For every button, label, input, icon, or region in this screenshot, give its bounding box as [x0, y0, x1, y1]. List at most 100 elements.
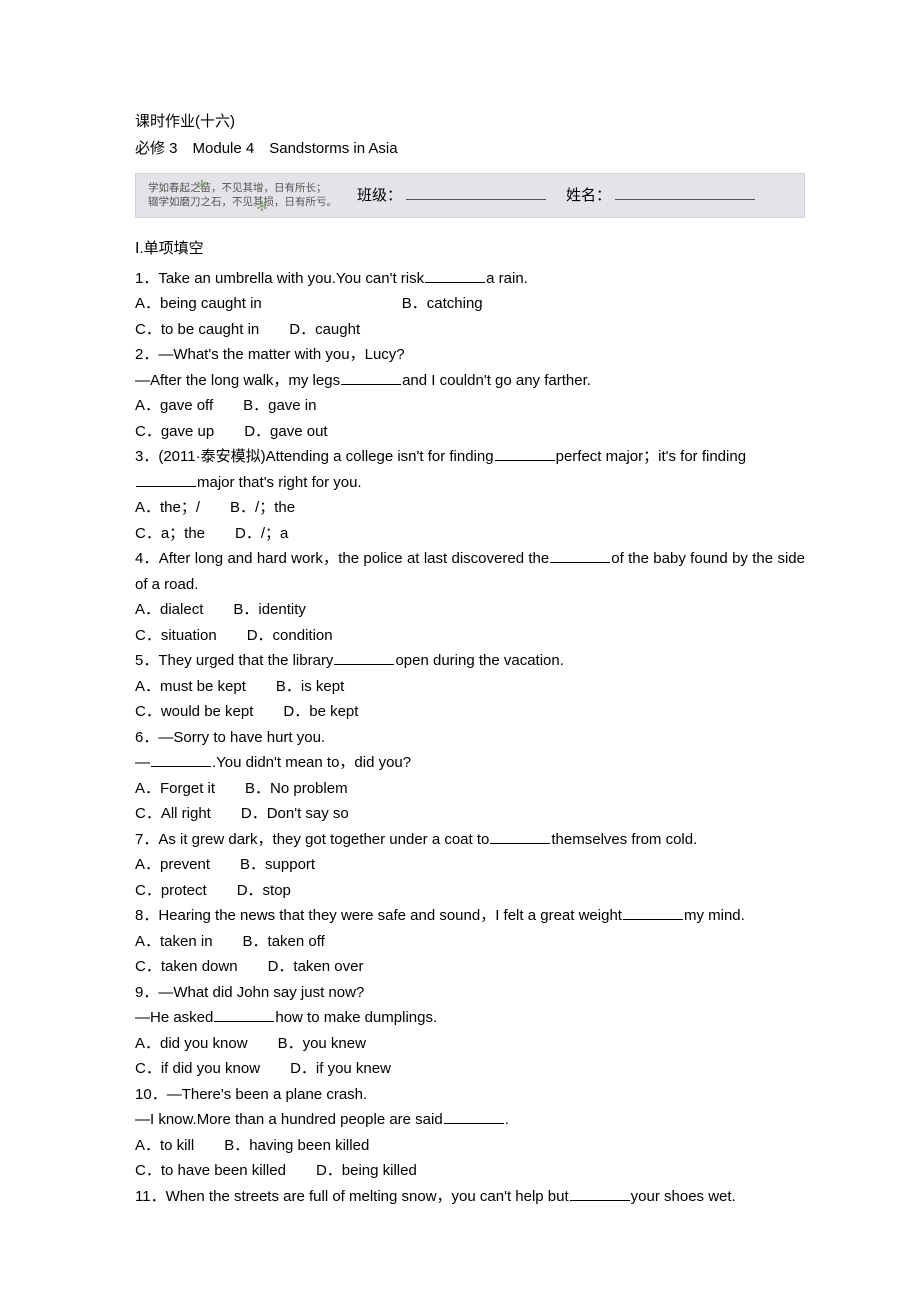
fill-blank[interactable]: [550, 550, 610, 563]
option-c[interactable]: C．if did you know: [135, 1056, 260, 1082]
option-c[interactable]: C．taken down: [135, 954, 238, 980]
option-d[interactable]: D．be kept: [283, 699, 358, 725]
option-row: C．situation D．condition: [135, 623, 805, 649]
class-input-line[interactable]: [406, 185, 546, 200]
question-stem: 2．—What's the matter with you，Lucy?: [135, 342, 805, 368]
stem-text: ．As it grew dark，they got together under…: [143, 831, 489, 848]
fill-blank[interactable]: [136, 474, 196, 487]
stem-text: open during the vacation.: [395, 652, 563, 669]
option-row: C．to be caught in D．caught: [135, 317, 805, 343]
fill-blank[interactable]: [425, 270, 485, 283]
option-c[interactable]: C．protect: [135, 878, 207, 904]
question-stem: 5．They urged that the libraryopen during…: [135, 648, 805, 674]
fill-blank[interactable]: [444, 1111, 504, 1124]
fill-blank[interactable]: [495, 448, 555, 461]
question-10: 10．—There's been a plane crash. —I know.M…: [135, 1082, 805, 1184]
stem-text: —He asked: [135, 1009, 213, 1026]
stem-text: ．—What did John say just now?: [143, 984, 364, 1001]
option-row: A．prevent B．support: [135, 852, 805, 878]
option-d[interactable]: D．condition: [247, 623, 333, 649]
stem-text: —: [135, 754, 150, 771]
stem-text: ．—What's the matter with you，Lucy?: [143, 346, 404, 363]
option-d[interactable]: D．caught: [289, 317, 360, 343]
option-row: C．a；the D．/；a: [135, 521, 805, 547]
stem-text: perfect major；it's for finding: [556, 448, 746, 465]
option-c[interactable]: C．All right: [135, 801, 211, 827]
question-stem: 9．—What did John say just now?: [135, 980, 805, 1006]
question-stem: 10．—There's been a plane crash.: [135, 1082, 805, 1108]
motto-line-2: 辍学如磨刀之石，不见其损，日有所亏。: [148, 196, 337, 210]
stem-text: your shoes wet.: [631, 1188, 736, 1205]
banner-motto: 学如春起之苗，不见其增，日有所长； 辍学如磨刀之石，不见其损，日有所亏。: [148, 182, 357, 209]
option-a[interactable]: A．gave off: [135, 393, 213, 419]
fill-blank[interactable]: [623, 907, 683, 920]
option-a[interactable]: A．being caught in: [135, 291, 262, 317]
class-field: 班级：: [357, 185, 546, 206]
option-b[interactable]: B．you knew: [278, 1031, 366, 1057]
option-a[interactable]: A．the；/: [135, 495, 200, 521]
stem-text: —I know.More than a hundred people are s…: [135, 1111, 443, 1128]
option-b[interactable]: B．/；the: [230, 495, 295, 521]
question-stem: 7．As it grew dark，they got together unde…: [135, 827, 805, 853]
stem-text: ．Take an umbrella with you.You can't ris…: [143, 270, 424, 287]
option-b[interactable]: B．taken off: [243, 929, 325, 955]
option-a[interactable]: A．prevent: [135, 852, 210, 878]
name-input-line[interactable]: [615, 185, 755, 200]
stem-text: how to make dumplings.: [275, 1009, 437, 1026]
stem-text: themselves from cold.: [551, 831, 697, 848]
worksheet-subtitle: 必修 3 Module 4 Sandstorms in Asia: [135, 137, 805, 161]
option-c[interactable]: C．would be kept: [135, 699, 253, 725]
option-c[interactable]: C．gave up: [135, 419, 214, 445]
option-a[interactable]: A．must be kept: [135, 674, 246, 700]
option-b[interactable]: B．identity: [233, 597, 306, 623]
option-row: A．taken in B．taken off: [135, 929, 805, 955]
fill-blank[interactable]: [334, 652, 394, 665]
option-row: A．the；/ B．/；the: [135, 495, 805, 521]
option-b[interactable]: B．is kept: [276, 674, 344, 700]
question-stem-line2: —After the long walk，my legsand I couldn…: [135, 368, 805, 394]
fill-blank[interactable]: [490, 831, 550, 844]
option-d[interactable]: D．/；a: [235, 521, 288, 547]
fill-blank[interactable]: [151, 754, 211, 767]
option-a[interactable]: A．dialect: [135, 597, 203, 623]
fill-blank[interactable]: [214, 1009, 274, 1022]
page: 课时作业(十六) 必修 3 Module 4 Sandstorms in Asi…: [0, 0, 920, 1269]
option-a[interactable]: A．taken in: [135, 929, 213, 955]
fill-blank[interactable]: [341, 372, 401, 385]
option-b[interactable]: B．support: [240, 852, 315, 878]
option-c[interactable]: C．a；the: [135, 521, 205, 547]
option-d[interactable]: D．being killed: [316, 1158, 417, 1184]
option-a[interactable]: A．to kill: [135, 1133, 194, 1159]
question-stem-line2: major that's right for you.: [135, 470, 805, 496]
question-3: 3．(2011·泰安模拟)Attending a college isn't f…: [135, 444, 805, 546]
option-c[interactable]: C．to have been killed: [135, 1158, 286, 1184]
question-9: 9．—What did John say just now? —He asked h…: [135, 980, 805, 1082]
option-b[interactable]: B．gave in: [243, 393, 316, 419]
question-8: 8．Hearing the news that they were safe a…: [135, 903, 805, 980]
option-d[interactable]: D．stop: [237, 878, 291, 904]
option-row: A．must be kept B．is kept: [135, 674, 805, 700]
option-d[interactable]: D．taken over: [268, 954, 364, 980]
option-row: A．dialect B．identity: [135, 597, 805, 623]
stem-text: a rain.: [486, 270, 528, 287]
option-b[interactable]: B．catching: [402, 291, 483, 317]
option-b[interactable]: B．No problem: [245, 776, 348, 802]
section-label: Ⅰ.单项填空: [135, 236, 805, 262]
option-c[interactable]: C．to be caught in: [135, 317, 259, 343]
option-row: A．Forget it B．No problem: [135, 776, 805, 802]
name-label: 姓名：: [566, 186, 611, 206]
option-d[interactable]: D．Don't say so: [241, 801, 349, 827]
question-stem-line2: —He asked how to make dumplings.: [135, 1005, 805, 1031]
question-7: 7．As it grew dark，they got together unde…: [135, 827, 805, 904]
option-d[interactable]: D．gave out: [244, 419, 327, 445]
option-a[interactable]: A．did you know: [135, 1031, 248, 1057]
stem-text: ．(2011·泰安模拟)Attending a college isn't fo…: [143, 448, 493, 465]
question-number: 11: [135, 1188, 151, 1205]
option-b[interactable]: B．having been killed: [224, 1133, 369, 1159]
stem-text: ．—Sorry to have hurt you.: [143, 729, 325, 746]
fill-blank[interactable]: [570, 1188, 630, 1201]
option-d[interactable]: D．if you knew: [290, 1056, 391, 1082]
option-a[interactable]: A．Forget it: [135, 776, 215, 802]
option-c[interactable]: C．situation: [135, 623, 217, 649]
question-6: 6．—Sorry to have hurt you.—.You didn't m…: [135, 725, 805, 827]
